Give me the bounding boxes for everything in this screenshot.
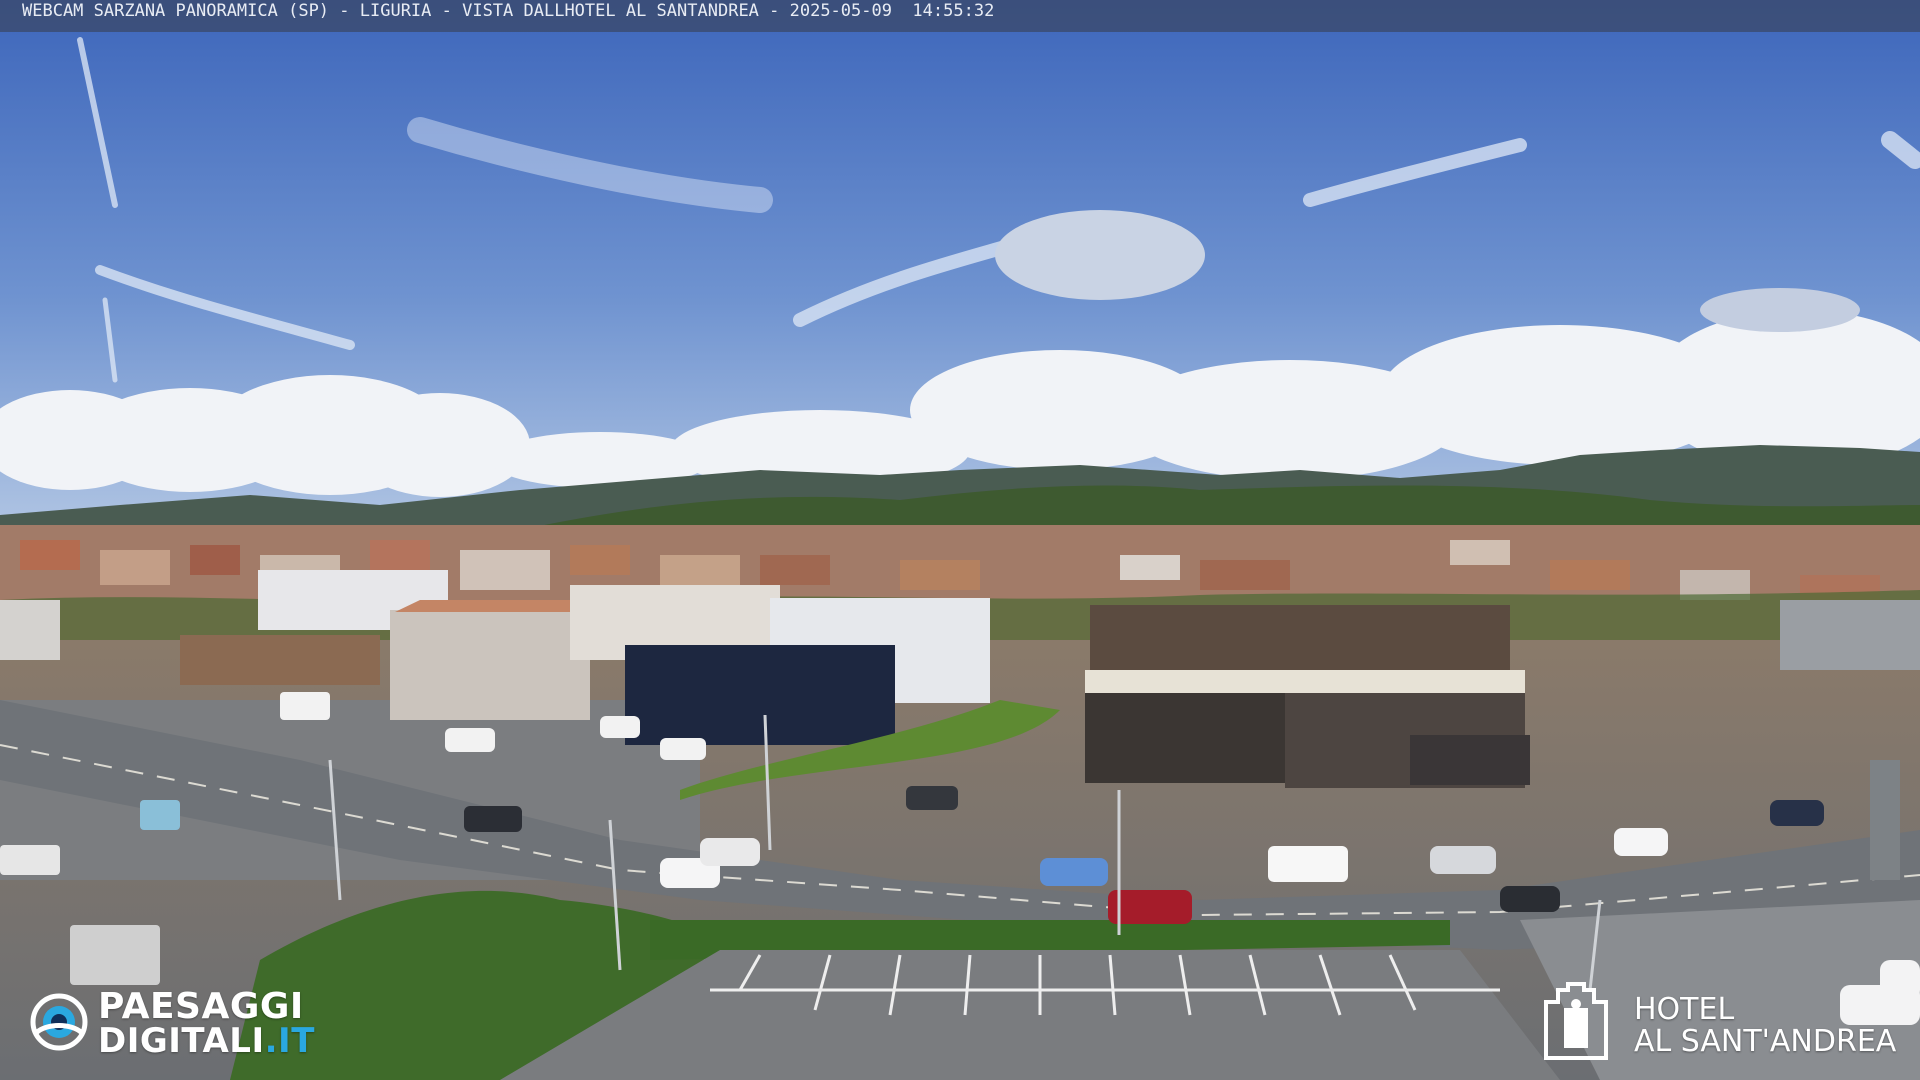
webcam-caption: WEBCAM SARZANA PANORAMICA (SP) - LIGURIA… — [22, 1, 995, 21]
eye-logo-icon — [30, 993, 88, 1051]
webcam-scene-image — [0, 0, 1920, 1080]
hotel-wordmark-line1: HOTEL — [1634, 992, 1735, 1027]
wordmark-line2: DIGITALI.IT — [98, 1024, 315, 1058]
wordmark-line2-suffix: .IT — [264, 1021, 315, 1061]
paesaggi-digitali-wordmark: PAESAGGI DIGITALI.IT — [98, 986, 315, 1059]
hotel-wordmark-line2: AL SANT'ANDREA — [1634, 1024, 1897, 1059]
webcam-caption-bar: WEBCAM SARZANA PANORAMICA (SP) - LIGURIA… — [0, 0, 1920, 32]
wordmark-line1: PAESAGGI — [98, 986, 304, 1027]
paesaggi-digitali-logo: PAESAGGI DIGITALI.IT — [30, 989, 340, 1058]
hotel-emblem-icon — [1544, 982, 1608, 1060]
webcam-frame: WEBCAM SARZANA PANORAMICA (SP) - LIGURIA… — [0, 0, 1920, 1080]
hotel-logo: HOTEL AL SANT'ANDREA — [1540, 980, 1900, 1060]
hotel-wordmark: HOTEL AL SANT'ANDREA — [1634, 994, 1896, 1058]
roadside-sign — [1870, 760, 1900, 880]
wordmark-line2-main: DIGITALI — [98, 1021, 265, 1061]
